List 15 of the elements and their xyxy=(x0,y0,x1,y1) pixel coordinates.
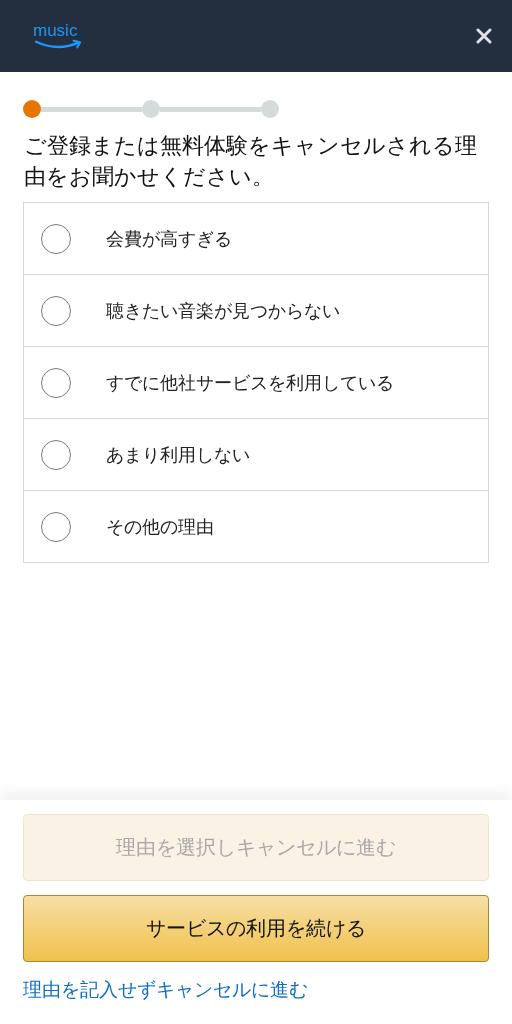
option-row[interactable]: 会費が高すぎる xyxy=(24,203,488,274)
option-row[interactable]: すでに他社サービスを利用している xyxy=(24,346,488,418)
option-label: あまり利用しない xyxy=(106,442,250,467)
question-text: ご登録または無料体験をキャンセルされる理由をお聞かせください。 xyxy=(24,132,478,191)
option-label: 会費が高すぎる xyxy=(106,226,232,251)
close-icon[interactable] xyxy=(476,28,492,44)
option-row[interactable]: あまり利用しない xyxy=(24,418,488,490)
cancel-link[interactable]: 理由を記入せずキャンセルに進む xyxy=(23,977,308,1003)
option-row[interactable]: その他の理由 xyxy=(24,490,488,562)
option-label: すでに他社サービスを利用している xyxy=(106,370,394,395)
option-row[interactable]: 聴きたい音楽が見つからない xyxy=(24,274,488,346)
continue-button[interactable]: サービスの利用を続ける xyxy=(23,895,489,962)
music-logo: music xyxy=(33,22,87,50)
option-label: 聴きたい音楽が見つからない xyxy=(106,298,340,323)
option-label: その他の理由 xyxy=(106,514,214,539)
